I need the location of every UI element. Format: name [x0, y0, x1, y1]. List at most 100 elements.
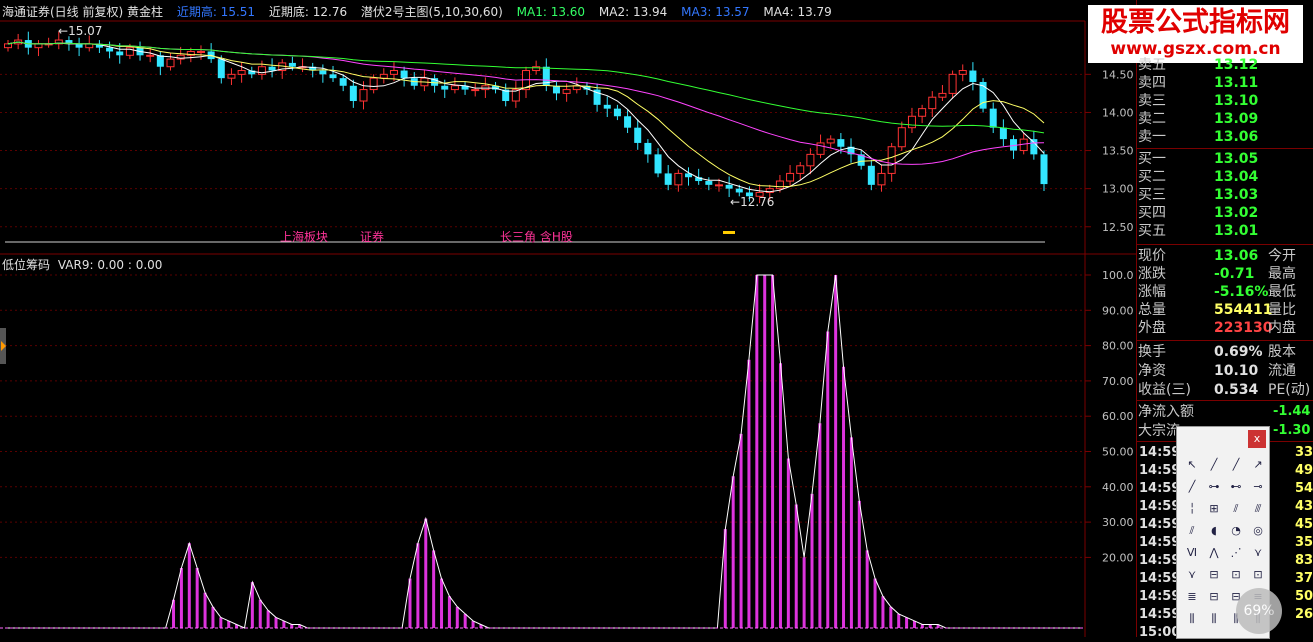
ask-row: 卖五 13.12: [1138, 56, 1313, 74]
ask-row-value: 13.12: [1214, 57, 1259, 73]
draw-tool-icon[interactable]: ⊡: [1226, 567, 1246, 583]
stat2-row: 换手 0.69% 股本: [1138, 343, 1313, 361]
draw-tool-icon[interactable]: ⊶: [1204, 479, 1224, 495]
candle-body: [156, 55, 164, 67]
candle-body: [1030, 139, 1038, 155]
candle-body: [624, 116, 632, 128]
stat-row-value: -5.16%: [1214, 284, 1269, 300]
draw-tool-icon[interactable]: ⫽: [1182, 523, 1202, 539]
candle-body: [450, 85, 459, 91]
bid-row: 买四 13.02: [1138, 204, 1313, 222]
draw-tool-icon[interactable]: ⊡: [1248, 567, 1268, 583]
draw-tool-icon[interactable]: ≣: [1182, 589, 1202, 605]
candle-body: [654, 154, 662, 174]
candle-body: [816, 142, 825, 155]
y-tick-label: 14.50: [1102, 68, 1134, 81]
draw-tool-icon[interactable]: ◔: [1226, 523, 1246, 539]
candle-body: [969, 70, 977, 82]
bid-row-label: 买四: [1138, 205, 1166, 221]
zoom-badge[interactable]: 69%: [1236, 588, 1282, 634]
draw-tool-icon[interactable]: ⫼: [1204, 611, 1224, 627]
stat-row-label2: 内盘: [1268, 320, 1296, 336]
low-marker: ←12.76: [730, 195, 775, 209]
draw-tool-icon[interactable]: ⊟: [1204, 589, 1224, 605]
candle-body: [288, 62, 296, 67]
toolbox-close-button[interactable]: x: [1248, 430, 1266, 448]
candle-body: [796, 165, 805, 174]
chart-area[interactable]: 14.50 14.00 13.50 13.00 12.50 100.0 90.00 80.00…: [0, 0, 1136, 637]
stat2-row-label: 换手: [1138, 344, 1166, 360]
stat-row-label: 涨跌: [1138, 266, 1166, 282]
draw-tool-icon[interactable]: ╱: [1182, 479, 1202, 495]
annotation-concept: 长三角 含H股: [500, 230, 573, 244]
stat-row: 现价 13.06 今开: [1138, 247, 1313, 265]
draw-tool-icon[interactable]: ◎: [1248, 523, 1268, 539]
draw-tool-icon[interactable]: ⋀: [1204, 545, 1224, 561]
ma4-value: MA4: 13.79: [763, 5, 832, 19]
stock-title[interactable]: 海通证券(日线 前复权) 黄金柱: [2, 5, 163, 19]
draw-tool-icon[interactable]: ⊞: [1204, 501, 1224, 517]
y-tick-label: 12.50: [1102, 221, 1134, 234]
indicator-name[interactable]: 潜伏2号主图(5,10,30,60): [361, 5, 503, 19]
draw-tool-icon[interactable]: ◖: [1204, 523, 1224, 539]
tick-volume: 37: [1295, 571, 1313, 586]
draw-tool-icon[interactable]: ⫼: [1182, 611, 1202, 627]
stat2-row: 净资 10.10 流通: [1138, 362, 1313, 380]
draw-tool-icon[interactable]: ⊸: [1248, 479, 1268, 495]
bid-row-value: 13.04: [1214, 169, 1259, 185]
ask-row-value: 13.09: [1214, 111, 1259, 127]
draw-tool-icon[interactable]: ⋰: [1226, 545, 1246, 561]
y-tick-label: 100.0: [1102, 269, 1134, 282]
draw-tool-icon[interactable]: ↗: [1248, 457, 1268, 473]
draw-tool-icon[interactable]: ⋎: [1248, 545, 1268, 561]
candle-body: [705, 181, 713, 185]
ask-row-label: 卖四: [1138, 75, 1166, 91]
draw-tool-icon[interactable]: ⊟: [1204, 567, 1224, 583]
ma2-value: MA2: 13.94: [598, 5, 668, 19]
ask-row-label: 卖三: [1138, 93, 1166, 109]
candle-body: [958, 70, 967, 75]
candle-body: [116, 51, 124, 56]
draw-tool-icon[interactable]: Ⅵ: [1182, 545, 1202, 561]
recent-high: 近期高: 15.51: [176, 5, 256, 19]
draw-tool-icon[interactable]: ╎: [1182, 501, 1202, 517]
stat-row-label2: 最高: [1268, 266, 1296, 282]
candle-body: [837, 139, 845, 147]
draw-tool-icon[interactable]: ╱: [1204, 457, 1224, 473]
candle-body: [319, 70, 327, 75]
ask-row: 卖三 13.10: [1138, 92, 1313, 110]
tick-time: 14:59: [1139, 463, 1181, 478]
draw-tool-icon[interactable]: ↖: [1182, 457, 1202, 473]
sub-chart-title[interactable]: 低位筹码: [2, 258, 50, 272]
candle-body: [999, 127, 1007, 140]
candle-body: [359, 89, 368, 102]
y-tick-label: 60.00: [1102, 410, 1134, 423]
high-marker-value: 15.07: [68, 24, 103, 38]
draw-tool-icon[interactable]: ⋎: [1182, 567, 1202, 583]
candle-body: [918, 108, 927, 117]
draw-tool-icon[interactable]: ⫽: [1226, 501, 1246, 517]
candle-body: [329, 74, 337, 79]
sidebar-collapse-handle[interactable]: [0, 328, 6, 364]
candle-body: [75, 43, 83, 48]
flow-row-label: 净流入额: [1138, 404, 1194, 420]
draw-tool-icon[interactable]: ⫻: [1248, 501, 1268, 517]
annotation-region: 上海板块: [280, 230, 329, 244]
candle-body: [4, 43, 12, 49]
stat2-row-label2: 流通: [1268, 363, 1296, 379]
bid-row-label: 买三: [1138, 187, 1166, 203]
watermark-title: 股票公式指标网: [1101, 7, 1290, 38]
bid-row: 买二 13.04: [1138, 168, 1313, 186]
stat2-row-value: 0.534: [1214, 382, 1259, 398]
tick-time: 14:59: [1139, 499, 1181, 514]
stat-row-label: 外盘: [1138, 320, 1166, 336]
ask-row: 卖一 13.06: [1138, 128, 1313, 146]
ask-row-value: 13.11: [1214, 75, 1259, 91]
bid-row-label: 买五: [1138, 223, 1166, 239]
draw-tool-icon[interactable]: ⊷: [1226, 479, 1246, 495]
draw-tool-icon[interactable]: ╱: [1226, 457, 1246, 473]
stat-row: 涨幅 -5.16% 最低: [1138, 283, 1313, 301]
candle-body: [1040, 154, 1048, 185]
candle-body: [217, 59, 225, 79]
candle-body: [369, 77, 378, 91]
